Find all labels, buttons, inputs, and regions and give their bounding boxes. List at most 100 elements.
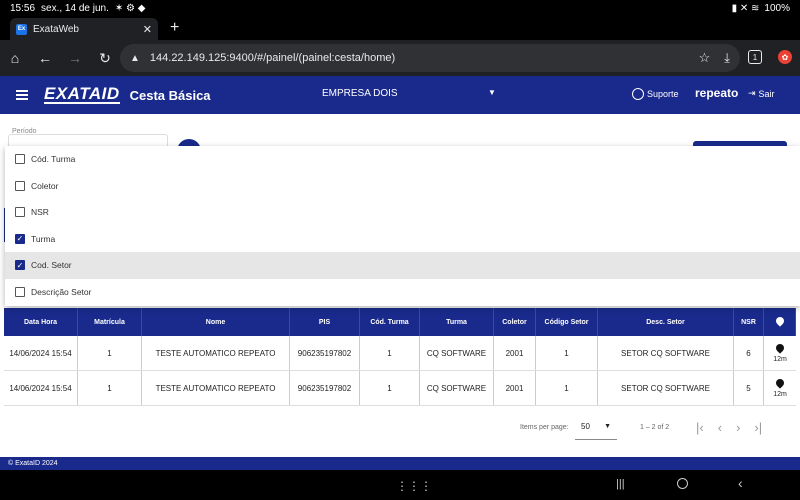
cell-nsr: 6 <box>734 336 764 370</box>
cell-location[interactable]: 12m <box>764 371 796 405</box>
cell-coletor: 2001 <box>494 336 536 370</box>
checkbox-checked-icon[interactable]: ✓ <box>15 260 25 271</box>
column-option-label: Coletor <box>31 180 59 191</box>
cell-pis: 906235197802 <box>290 336 360 370</box>
column-option[interactable]: Coletor <box>5 173 800 200</box>
status-time: 15:56 <box>10 2 36 14</box>
favicon-icon: Ex <box>16 23 27 35</box>
table-header: Data Hora Matrícula Nome PIS Cód. Turma … <box>4 308 796 336</box>
app-footer: © ExataID 2024 <box>0 457 800 470</box>
column-option[interactable]: NSR <box>5 199 800 226</box>
location-distance: 12m <box>773 355 787 363</box>
close-tab-icon[interactable]: ✕ <box>143 23 152 36</box>
app-header: EXATAID Cesta Básica EMPRESA DOIS ▼ Supo… <box>0 76 800 114</box>
column-header[interactable]: Turma <box>420 308 494 336</box>
column-option-label: Cod. Setor <box>31 260 72 271</box>
android-status-bar: 15:56 sex., 14 de jun. ✶ ⚙ ◆ ▮ ✕ ≋ 100% <box>0 0 800 16</box>
previous-page-icon[interactable]: ‹ <box>718 420 722 435</box>
cell-matricula: 1 <box>78 336 142 370</box>
column-header[interactable]: Desc. Setor <box>598 308 734 336</box>
support-link[interactable]: Suporte <box>632 88 679 100</box>
column-option[interactable]: ✓ Cod. Setor <box>5 252 800 279</box>
download-icon[interactable]: ⤓ <box>724 50 730 66</box>
back-icon[interactable]: ‹ <box>738 475 743 491</box>
caret-down-icon[interactable]: ▼ <box>488 88 496 97</box>
browser-extension-icon[interactable]: ✿ <box>778 50 792 64</box>
browser-tab-strip: Ex ExataWeb ✕ + <box>0 16 800 40</box>
column-option[interactable]: Cód. Turma <box>5 146 800 173</box>
column-option-label: NSR <box>31 207 49 218</box>
column-header[interactable]: PIS <box>290 308 360 336</box>
home-button-icon[interactable] <box>677 478 688 489</box>
whatsapp-icon <box>632 88 644 100</box>
not-secure-icon[interactable]: ▲ <box>130 53 140 64</box>
location-pin-icon <box>776 317 784 328</box>
column-picker-menu: Cód. Turma Coletor NSR ✓ Turma ✓ Cod. Se… <box>5 146 800 306</box>
table-row[interactable]: 14/06/2024 15:54 1 TESTE AUTOMATICO REPE… <box>4 336 796 371</box>
browser-toolbar: ⌂ ← → ↻ ▲ 144.22.149.125:9400/#/painel/(… <box>0 40 800 76</box>
column-header[interactable]: Cód. Turma <box>360 308 420 336</box>
support-label: Suporte <box>647 89 679 99</box>
items-per-page-label: Items per page: <box>520 424 569 431</box>
address-bar[interactable]: ▲ 144.22.149.125:9400/#/painel/(painel:c… <box>120 44 740 72</box>
home-icon[interactable]: ⌂ <box>0 50 30 66</box>
column-option[interactable]: ✓ Turma <box>5 226 800 253</box>
column-header[interactable]: Coletor <box>494 308 536 336</box>
cell-nome: TESTE AUTOMATICO REPEATO <box>142 336 290 370</box>
checkbox-checked-icon[interactable]: ✓ <box>15 233 25 244</box>
column-option-label: Turma <box>31 233 56 244</box>
page-range: 1 – 2 of 2 <box>640 424 670 431</box>
cell-codigo-setor: 1 <box>536 336 598 370</box>
menu-icon[interactable] <box>16 88 28 102</box>
forward-arrow-icon[interactable]: → <box>60 50 90 66</box>
location-pin-icon[interactable] <box>776 379 784 390</box>
exataid-logo: EXATAID <box>44 84 120 104</box>
location-distance: 12m <box>773 390 787 398</box>
cell-nsr: 5 <box>734 371 764 405</box>
cell-cod-turma: 1 <box>360 336 420 370</box>
logout-label: Sair <box>758 88 775 99</box>
cell-desc-setor: SETOR CQ SOFTWARE <box>598 371 734 405</box>
bookmark-star-icon[interactable]: ☆ <box>699 50 711 66</box>
company-selector[interactable]: EMPRESA DOIS <box>322 88 398 99</box>
checkbox-unchecked-icon[interactable] <box>15 154 25 165</box>
column-header[interactable]: Nome <box>142 308 290 336</box>
tab-switcher-button[interactable]: 1 <box>748 50 762 64</box>
recent-apps-icon[interactable]: ||| <box>616 478 625 490</box>
last-page-icon[interactable]: ›| <box>754 420 762 435</box>
checkbox-unchecked-icon[interactable] <box>15 207 25 218</box>
location-pin-icon[interactable] <box>776 344 784 355</box>
cell-nome: TESTE AUTOMATICO REPEATO <box>142 371 290 405</box>
column-option[interactable]: Descrição Setor <box>5 279 800 306</box>
column-header-location[interactable] <box>764 308 796 336</box>
column-header[interactable]: Data Hora <box>4 308 78 336</box>
cell-data-hora: 14/06/2024 15:54 <box>4 371 78 405</box>
checkbox-unchecked-icon[interactable] <box>15 180 25 191</box>
column-header[interactable]: Código Setor <box>536 308 598 336</box>
items-per-page-select[interactable]: 50 ▼ <box>575 414 617 440</box>
records-table: Data Hora Matrícula Nome PIS Cód. Turma … <box>4 308 796 406</box>
table-row[interactable]: 14/06/2024 15:54 1 TESTE AUTOMATICO REPE… <box>4 371 796 406</box>
back-arrow-icon[interactable]: ← <box>30 50 60 66</box>
column-header[interactable]: Matrícula <box>78 308 142 336</box>
battery-level: 100% <box>764 2 790 14</box>
cell-codigo-setor: 1 <box>536 371 598 405</box>
apps-grid-icon[interactable]: ⋮⋮⋮ <box>396 479 432 493</box>
items-per-page-value: 50 <box>581 422 590 431</box>
logout-button[interactable]: ⇥ Sair <box>748 88 775 99</box>
android-nav-bar: ⋮⋮⋮ ||| ‹ <box>0 470 800 500</box>
checkbox-unchecked-icon[interactable] <box>15 286 25 297</box>
cell-location[interactable]: 12m <box>764 336 796 370</box>
screen: 15:56 sex., 14 de jun. ✶ ⚙ ◆ ▮ ✕ ≋ 100% … <box>0 0 800 500</box>
reload-icon[interactable]: ↻ <box>90 50 120 67</box>
first-page-icon[interactable]: |‹ <box>696 420 704 435</box>
cell-turma: CQ SOFTWARE <box>420 336 494 370</box>
notification-icons: ✶ ⚙ ◆ <box>114 2 146 14</box>
browser-tab[interactable]: Ex ExataWeb ✕ <box>10 18 158 40</box>
cell-pis: 906235197802 <box>290 371 360 405</box>
next-page-icon[interactable]: › <box>736 420 740 435</box>
new-tab-icon[interactable]: + <box>170 19 179 37</box>
status-icons: ▮ ✕ ≋ <box>731 2 760 14</box>
column-header[interactable]: NSR <box>734 308 764 336</box>
user-name: repeato <box>695 86 739 100</box>
